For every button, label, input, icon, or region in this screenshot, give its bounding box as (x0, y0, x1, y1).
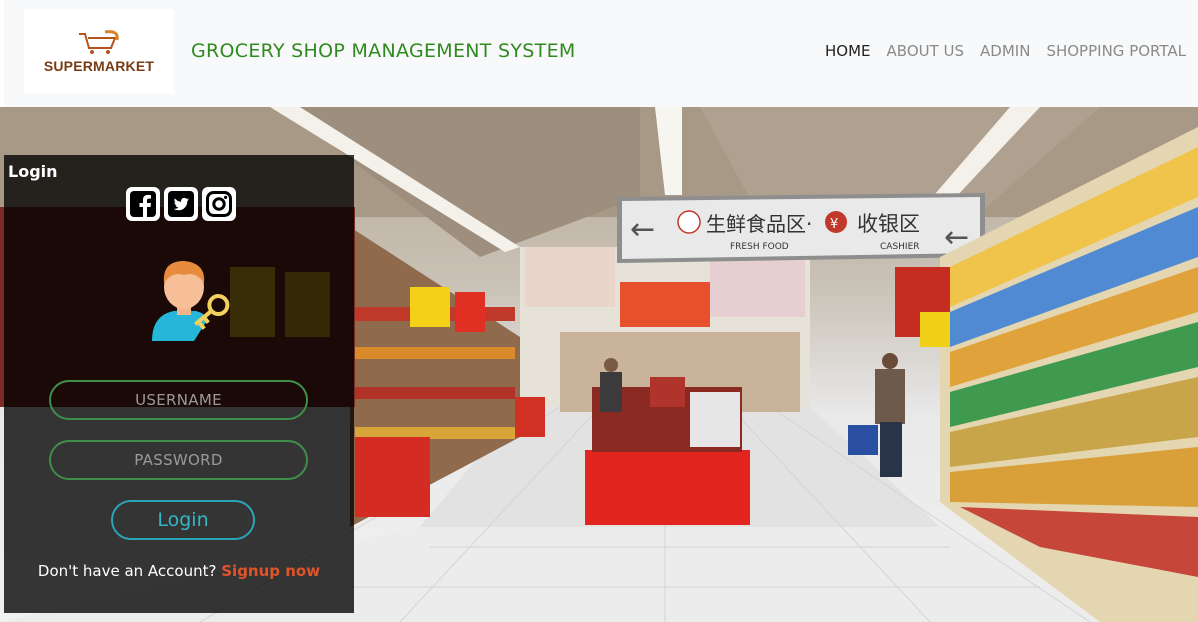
social-links (126, 187, 236, 221)
password-input[interactable] (49, 440, 308, 480)
instagram-icon[interactable] (202, 187, 236, 221)
sign-cashier: CASHIER (880, 242, 920, 252)
login-panel: Login USERNAME Login Don't have an Accou… (4, 155, 354, 613)
page-title: GROCERY SHOP MANAGEMENT SYSTEM (191, 40, 576, 62)
instagram-glyph (206, 191, 232, 217)
nav-admin[interactable]: ADMIN (980, 42, 1030, 60)
sign-arrow-left-icon: ← (630, 212, 655, 247)
twitter-icon[interactable] (164, 187, 198, 221)
nav-about-us[interactable]: ABOUT US (887, 42, 965, 60)
nav-home[interactable]: HOME (825, 42, 871, 60)
twitter-glyph (168, 191, 194, 217)
sign-fresh-food: FRESH FOOD (730, 242, 789, 252)
nav-shopping-portal[interactable]: SHOPPING PORTAL (1046, 42, 1186, 60)
main-nav: HOME ABOUT US ADMIN SHOPPING PORTAL (825, 42, 1186, 60)
shopping-cart-icon (79, 29, 119, 54)
username-input[interactable] (49, 380, 308, 420)
supermarket-logo[interactable]: SUPERMARKET (24, 9, 174, 94)
sign-fresh-food-cn: 生鲜食品区· (706, 212, 812, 236)
login-heading: Login (8, 162, 58, 181)
signup-prompt: Don't have an Account? (37, 562, 217, 580)
signup-link[interactable]: Signup now (221, 562, 320, 580)
facebook-icon[interactable] (126, 187, 160, 221)
sign-cashier-cn: 收银区 (857, 212, 920, 236)
user-key-avatar-icon (152, 261, 230, 341)
top-navbar: SUPERMARKET GROCERY SHOP MANAGEMENT SYST… (0, 0, 1198, 107)
sign-yuan-symbol: ¥ (830, 217, 838, 232)
facebook-glyph (130, 191, 156, 217)
login-button[interactable]: Login (111, 500, 255, 540)
logo-text: SUPERMARKET (43, 57, 155, 74)
signup-line: Don't have an Account? Signup now (4, 562, 354, 580)
